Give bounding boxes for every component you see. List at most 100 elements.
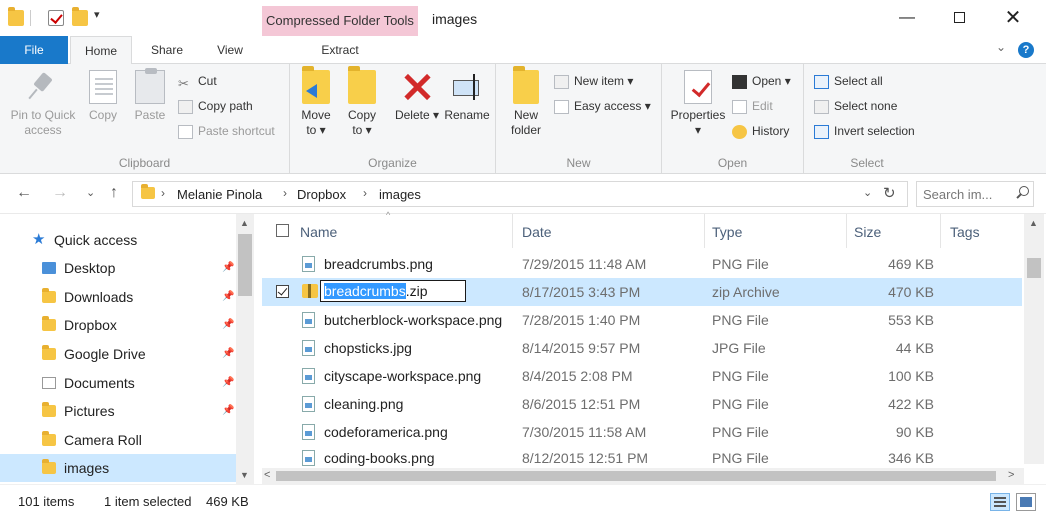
copy-button[interactable]: Copy: [82, 70, 124, 123]
easy-access-button[interactable]: Easy access ▾: [554, 97, 651, 115]
refresh-button[interactable]: ↻: [883, 184, 896, 202]
recent-locations-button[interactable]: ⌄: [86, 186, 95, 199]
address-dropdown-button[interactable]: ⌄: [863, 186, 872, 199]
scrollbar-thumb[interactable]: [238, 234, 252, 296]
file-row[interactable]: chopsticks.jpg 8/14/2015 9:57 PM JPG Fil…: [262, 334, 1022, 362]
pin-icon[interactable]: 📌: [222, 397, 234, 425]
details-view-button[interactable]: [990, 493, 1010, 511]
file-list-vertical-scrollbar[interactable]: ▲: [1024, 214, 1044, 464]
nav-item-documents[interactable]: Documents 📌: [0, 369, 236, 397]
column-divider[interactable]: [846, 214, 847, 248]
search-box[interactable]: [916, 181, 1034, 207]
select-none-button[interactable]: Select none: [814, 97, 897, 115]
tab-file[interactable]: File: [0, 36, 68, 64]
select-all-button[interactable]: Select all: [814, 72, 883, 90]
open-button[interactable]: Open ▾: [732, 72, 791, 90]
column-header-name[interactable]: Name: [300, 224, 337, 240]
copy-path-button[interactable]: Copy path: [178, 97, 253, 115]
nav-item-desktop[interactable]: Desktop 📌: [0, 254, 236, 282]
search-input[interactable]: [923, 186, 1011, 202]
column-divider[interactable]: [512, 214, 513, 248]
back-button[interactable]: ←: [16, 184, 32, 202]
file-row[interactable]: butcherblock-workspace.png 7/28/2015 1:4…: [262, 306, 1022, 334]
copy-to-button[interactable]: Copy to ▾: [342, 66, 382, 138]
pin-icon[interactable]: 📌: [222, 254, 234, 282]
move-to-button[interactable]: Move to ▾: [296, 66, 336, 138]
tab-extract[interactable]: Extract: [262, 36, 418, 64]
nav-item-downloads[interactable]: Downloads 📌: [0, 283, 236, 311]
collapse-ribbon-button[interactable]: ⌄: [996, 40, 1006, 54]
nav-item-label: Desktop: [64, 260, 116, 276]
file-row[interactable]: codeforamerica.png 7/30/2015 11:58 AM PN…: [262, 418, 1022, 446]
nav-item-images[interactable]: images: [0, 454, 236, 482]
nav-item-camera-roll[interactable]: Camera Roll: [0, 426, 236, 454]
nav-item-pictures[interactable]: Pictures 📌: [0, 397, 236, 425]
tab-view[interactable]: View: [204, 36, 256, 64]
pin-icon[interactable]: 📌: [222, 283, 234, 311]
scroll-up-arrow[interactable]: ▲: [1029, 218, 1038, 228]
invert-selection-button[interactable]: Invert selection: [814, 122, 915, 140]
breadcrumb-separator[interactable]: ›: [161, 186, 165, 200]
breadcrumb-separator[interactable]: ›: [283, 186, 287, 200]
breadcrumb-item[interactable]: images: [379, 187, 421, 202]
tab-share[interactable]: Share: [140, 36, 194, 64]
file-row-selected[interactable]: breadcrumbs.zip 8/17/2015 3:43 PM zip Ar…: [262, 278, 1022, 306]
breadcrumb-separator[interactable]: ›: [363, 186, 367, 200]
rename-button[interactable]: Rename: [442, 70, 492, 123]
scroll-up-arrow[interactable]: ▲: [240, 218, 249, 228]
maximize-button[interactable]: [936, 4, 982, 32]
navigation-scrollbar[interactable]: ▲ ▼: [236, 214, 254, 484]
scroll-right-arrow[interactable]: >: [1008, 469, 1014, 481]
scrollbar-thumb[interactable]: [276, 471, 996, 481]
properties-button[interactable]: Properties ▾: [666, 70, 730, 138]
select-all-checkbox[interactable]: [276, 224, 289, 237]
copy-label: Copy: [88, 108, 117, 122]
nav-item-dropbox[interactable]: Dropbox 📌: [0, 311, 236, 339]
scroll-left-arrow[interactable]: <: [264, 469, 270, 481]
up-button[interactable]: ↑: [110, 184, 118, 202]
pin-to-quick-access-button[interactable]: Pin to Quick access: [6, 70, 80, 138]
pin-icon[interactable]: 📌: [222, 369, 234, 397]
cut-button[interactable]: ✂ Cut: [178, 72, 217, 91]
column-header-type[interactable]: Type: [712, 224, 742, 240]
new-folder-button[interactable]: New folder: [504, 66, 548, 138]
new-item-button[interactable]: New item ▾: [554, 72, 633, 90]
edit-button[interactable]: Edit: [732, 97, 773, 115]
file-row[interactable]: breadcrumbs.png 7/29/2015 11:48 AM PNG F…: [262, 250, 1022, 278]
properties-check-icon[interactable]: [48, 10, 64, 26]
column-divider[interactable]: [704, 214, 705, 248]
quick-access-toolbar-dropdown[interactable]: ▾: [94, 8, 100, 21]
nav-item-google-drive[interactable]: Google Drive 📌: [0, 340, 236, 368]
delete-button[interactable]: Delete ▾: [394, 70, 440, 123]
tab-home[interactable]: Home: [70, 36, 132, 65]
file-row[interactable]: cleaning.png 8/6/2015 12:51 PM PNG File …: [262, 390, 1022, 418]
column-header-date[interactable]: Date: [522, 224, 552, 240]
scrollbar-thumb[interactable]: [1027, 258, 1041, 278]
row-checkbox[interactable]: [276, 285, 289, 298]
nav-item-quick-access[interactable]: ★ Quick access: [0, 226, 236, 254]
edit-label: Edit: [752, 99, 773, 113]
new-folder-icon[interactable]: [72, 7, 88, 26]
paste-shortcut-button[interactable]: Paste shortcut: [178, 122, 275, 140]
forward-button[interactable]: →: [52, 184, 68, 202]
file-row[interactable]: cityscape-workspace.png 8/4/2015 2:08 PM…: [262, 362, 1022, 390]
minimize-button[interactable]: —: [884, 4, 930, 32]
history-button[interactable]: History: [732, 122, 789, 140]
search-icon[interactable]: [1015, 186, 1029, 200]
help-button[interactable]: ?: [1018, 42, 1034, 58]
column-header-tags[interactable]: Tags: [950, 224, 980, 240]
large-icons-view-button[interactable]: [1016, 493, 1036, 511]
close-button[interactable]: ✕: [990, 4, 1036, 32]
open-group-label: Open: [717, 156, 748, 170]
address-bar[interactable]: › Melanie Pinola › Dropbox › images ⌄ ↻: [132, 181, 908, 207]
pin-icon[interactable]: 📌: [222, 311, 234, 339]
paste-button[interactable]: Paste: [128, 68, 172, 123]
column-divider[interactable]: [940, 214, 941, 248]
column-header-size[interactable]: Size: [854, 224, 881, 240]
file-list-horizontal-scrollbar[interactable]: < >: [262, 468, 1024, 484]
rename-input[interactable]: breadcrumbs.zip: [320, 280, 466, 302]
breadcrumb-item[interactable]: Melanie Pinola: [177, 187, 262, 202]
breadcrumb-item[interactable]: Dropbox: [297, 187, 346, 202]
pin-icon[interactable]: 📌: [222, 340, 234, 368]
scroll-down-arrow[interactable]: ▼: [240, 470, 249, 480]
